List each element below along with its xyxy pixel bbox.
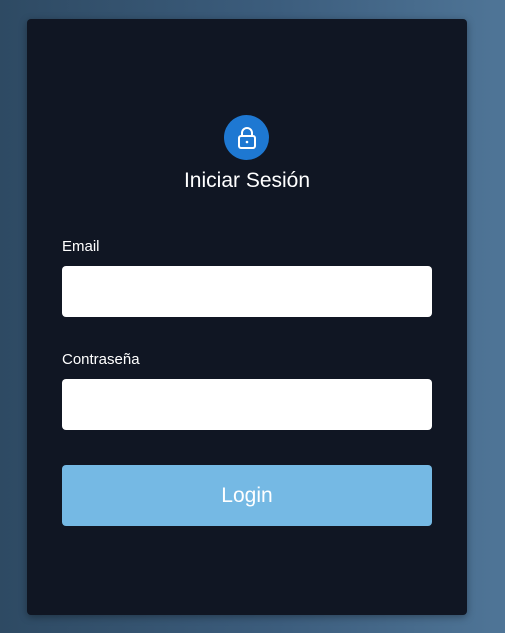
email-label: Email bbox=[62, 238, 100, 255]
login-button[interactable]: Login bbox=[62, 465, 432, 526]
login-card: Iniciar Sesión Email Contraseña Login bbox=[27, 19, 467, 615]
password-field[interactable] bbox=[62, 379, 432, 430]
lock-icon bbox=[224, 115, 269, 160]
email-field[interactable] bbox=[62, 266, 432, 317]
page-title: Iniciar Sesión bbox=[183, 169, 311, 192]
password-label: Contraseña bbox=[62, 351, 140, 368]
